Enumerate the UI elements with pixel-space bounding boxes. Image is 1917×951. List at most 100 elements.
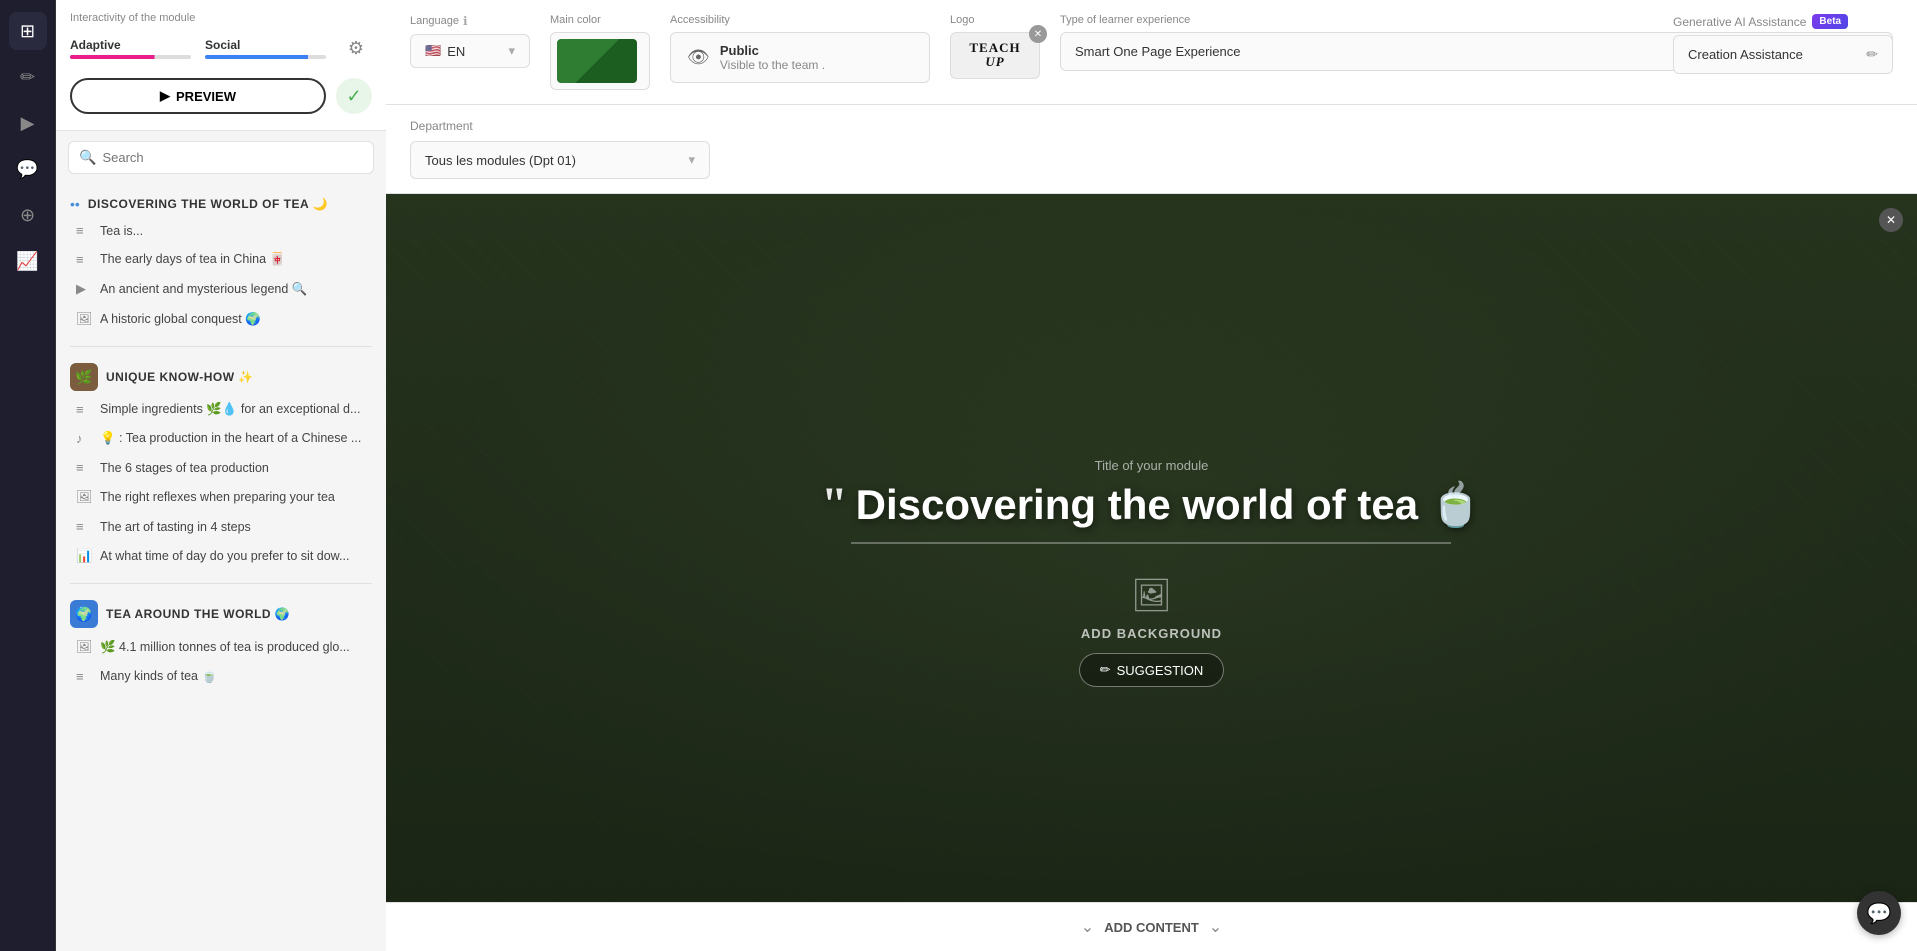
list-item[interactable]: ≡ Tea is... bbox=[56, 216, 386, 245]
list-item[interactable]: ≡ The 6 stages of tea production bbox=[56, 453, 386, 482]
list-item[interactable]: ≡ The art of tasting in 4 steps bbox=[56, 512, 386, 541]
list-item[interactable]: 📊 At what time of day do you prefer to s… bbox=[56, 541, 386, 571]
sidebar-top: Interactivity of the module Adaptive Soc… bbox=[56, 0, 386, 131]
item-text: Simple ingredients 🌿💧 for an exceptional… bbox=[100, 402, 372, 417]
interactivity-label: Interactivity of the module bbox=[70, 12, 372, 24]
canvas-close-button[interactable]: ✕ bbox=[1879, 208, 1903, 232]
search-input[interactable] bbox=[102, 150, 363, 165]
item-text: A historic global conquest 🌍 bbox=[100, 312, 372, 327]
visible-label: Visible to the team . bbox=[720, 58, 825, 72]
module-1-title: DISCOVERING THE WORLD OF TEA 🌙 bbox=[88, 197, 372, 211]
title-underline bbox=[851, 542, 1451, 544]
chevron-down-icon: ▾ bbox=[508, 43, 515, 59]
creation-edit-icon[interactable]: ✏ bbox=[1866, 46, 1878, 63]
department-label: Department bbox=[410, 119, 1893, 133]
ai-header-row: Generative AI Assistance Beta bbox=[1673, 14, 1893, 29]
settings-button[interactable]: ⚙ bbox=[340, 32, 372, 64]
share-nav-icon[interactable]: ⊕ bbox=[9, 196, 47, 234]
item-text: The art of tasting in 4 steps bbox=[100, 520, 372, 534]
module-2-section: 🌿 UNIQUE KNOW-HOW ✨ ≡ Simple ingredients… bbox=[56, 351, 386, 579]
add-content-button[interactable]: ADD CONTENT bbox=[1104, 920, 1199, 935]
list-item[interactable]: 🖼 🌿 4.1 million tonnes of tea is produce… bbox=[56, 632, 386, 662]
color-section: Main color bbox=[550, 14, 650, 90]
list-icon: ≡ bbox=[76, 519, 92, 534]
pencil-nav-icon[interactable]: ✏ bbox=[9, 58, 47, 96]
eye-icon: 👁 bbox=[687, 47, 710, 68]
grid-nav-icon[interactable]: ⊞ bbox=[9, 12, 47, 50]
logo-label: Logo bbox=[950, 14, 1040, 26]
preview-button[interactable]: ▶ PREVIEW bbox=[70, 78, 326, 114]
logo-section: Logo ✕ TEACH UP bbox=[950, 14, 1040, 90]
item-text: The 6 stages of tea production bbox=[100, 461, 372, 475]
logo-box[interactable]: ✕ TEACH UP bbox=[950, 32, 1040, 79]
chevron-down-left-icon: ⌄ bbox=[1081, 917, 1094, 937]
ai-label: Generative AI Assistance bbox=[1673, 15, 1806, 29]
module-1-header[interactable]: •• DISCOVERING THE WORLD OF TEA 🌙 bbox=[56, 188, 386, 216]
pencil-suggestion-icon: ✏ bbox=[1100, 662, 1111, 678]
video-nav-icon[interactable]: ▶ bbox=[9, 104, 47, 142]
music-icon: ♪ bbox=[76, 431, 92, 446]
creation-label: Creation Assistance bbox=[1688, 47, 1803, 62]
item-text: At what time of day do you prefer to sit… bbox=[100, 549, 372, 563]
search-icon: 🔍 bbox=[79, 149, 96, 166]
list-item[interactable]: ≡ The early days of tea in China 🀄 bbox=[56, 245, 386, 274]
chart-icon: 📊 bbox=[76, 548, 92, 564]
module-2-header[interactable]: 🌿 UNIQUE KNOW-HOW ✨ bbox=[56, 355, 386, 395]
list-item[interactable]: ♪ 💡 : Tea production in the heart of a C… bbox=[56, 424, 386, 453]
preview-row: ▶ PREVIEW ✓ bbox=[70, 74, 372, 122]
preview-icon: ▶ bbox=[160, 88, 170, 104]
check-button[interactable]: ✓ bbox=[336, 78, 372, 114]
info-icon: ℹ bbox=[463, 14, 468, 28]
chart-nav-icon[interactable]: 📈 bbox=[9, 242, 47, 280]
section-divider-2 bbox=[70, 583, 372, 584]
list-item[interactable]: ≡ Simple ingredients 🌿💧 for an exception… bbox=[56, 395, 386, 424]
adaptive-slider[interactable] bbox=[70, 55, 191, 59]
ai-panel: Generative AI Assistance Beta Creation A… bbox=[1673, 14, 1893, 74]
list-item[interactable]: 🖼 The right reflexes when preparing your… bbox=[56, 482, 386, 512]
department-value: Tous les modules (Dpt 01) bbox=[425, 153, 576, 168]
social-slider[interactable] bbox=[205, 55, 326, 59]
add-content-bar: ⌄ ADD CONTENT ⌄ bbox=[386, 902, 1917, 951]
public-label: Public bbox=[720, 43, 825, 58]
list-icon: ≡ bbox=[76, 669, 92, 684]
module-1-dots: •• bbox=[70, 196, 80, 212]
accessibility-section: Accessibility 👁 Public Visible to the te… bbox=[670, 14, 930, 90]
icon-bar: ⊞ ✏ ▶ 💬 ⊕ 📈 bbox=[0, 0, 56, 951]
module-content: Title of your module " Discovering the w… bbox=[821, 458, 1482, 687]
module-1-section: •• DISCOVERING THE WORLD OF TEA 🌙 ≡ Tea … bbox=[56, 184, 386, 342]
list-icon: ≡ bbox=[76, 223, 92, 238]
play-icon: ▶ bbox=[76, 281, 92, 297]
module-3-icon-img: 🌍 bbox=[75, 606, 92, 623]
add-bg-label: ADD BACKGROUND bbox=[1081, 626, 1222, 641]
language-label: Language ℹ bbox=[410, 14, 530, 28]
accessibility-selector[interactable]: 👁 Public Visible to the team . bbox=[670, 32, 930, 83]
module-title: " Discovering the world of tea 🍵 bbox=[821, 481, 1482, 530]
logo-close-button[interactable]: ✕ bbox=[1029, 25, 1047, 43]
module-2-title: UNIQUE KNOW-HOW ✨ bbox=[106, 370, 372, 384]
image-icon: 🖼 bbox=[76, 639, 92, 655]
section-divider bbox=[70, 346, 372, 347]
suggestion-button[interactable]: ✏ SUGGESTION bbox=[1079, 653, 1225, 687]
module-2-icon: 🌿 bbox=[70, 363, 98, 391]
creation-assistance-button[interactable]: Creation Assistance ✏ bbox=[1673, 35, 1893, 74]
color-picker[interactable] bbox=[550, 32, 650, 90]
comment-nav-icon[interactable]: 💬 bbox=[9, 150, 47, 188]
list-item[interactable]: ▶ An ancient and mysterious legend 🔍 bbox=[56, 274, 386, 304]
image-icon: 🖼 bbox=[76, 311, 92, 327]
suggestion-label: SUGGESTION bbox=[1117, 663, 1204, 678]
accessibility-info: Public Visible to the team . bbox=[720, 43, 825, 72]
department-selector[interactable]: Tous les modules (Dpt 01) ▾ bbox=[410, 141, 710, 179]
language-selector[interactable]: 🇺🇸 EN ▾ bbox=[410, 34, 530, 68]
list-item[interactable]: 🖼 A historic global conquest 🌍 bbox=[56, 304, 386, 334]
list-item[interactable]: ≡ Many kinds of tea 🍵 bbox=[56, 662, 386, 691]
chevron-down-right-icon: ⌄ bbox=[1209, 917, 1222, 937]
chat-bubble-button[interactable]: 💬 bbox=[1857, 891, 1901, 935]
item-text: An ancient and mysterious legend 🔍 bbox=[100, 282, 372, 297]
module-3-header[interactable]: 🌍 TEA AROUND THE WORLD 🌍 bbox=[56, 592, 386, 632]
canvas-area: ✕ Title of your module " Discovering the… bbox=[386, 194, 1917, 951]
item-text: Many kinds of tea 🍵 bbox=[100, 669, 372, 684]
color-swatch bbox=[557, 39, 637, 83]
teach-up-logo: TEACH UP bbox=[969, 41, 1020, 70]
adaptive-label: Adaptive bbox=[70, 38, 191, 52]
add-content-label: ADD CONTENT bbox=[1104, 920, 1199, 935]
